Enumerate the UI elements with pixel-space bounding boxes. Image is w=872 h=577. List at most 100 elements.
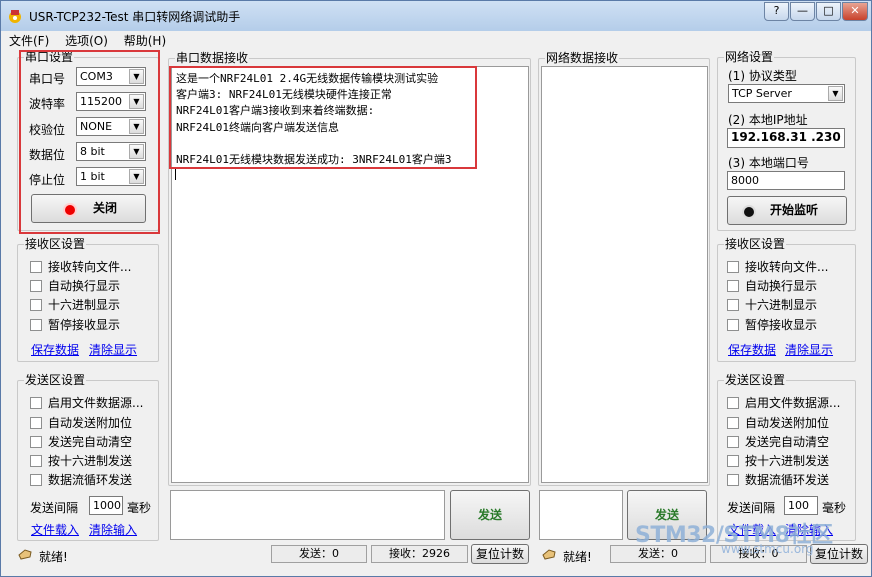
checkbox[interactable] bbox=[727, 280, 739, 292]
left-interval-unit: 毫秒 bbox=[127, 501, 152, 515]
menu-help[interactable]: 帮助(H) bbox=[124, 34, 166, 48]
option-label: 十六进制显示 bbox=[745, 298, 818, 312]
title-bar: USR-TCP232-Test 串口转网络调试助手 ? — □ ✕ bbox=[1, 1, 871, 31]
start-listen-label: 开始监听 bbox=[770, 203, 819, 217]
serial-send-input[interactable] bbox=[170, 490, 445, 540]
group-title: 网络数据接收 bbox=[545, 51, 620, 65]
checkbox[interactable] bbox=[727, 436, 739, 448]
group-title: 发送区设置 bbox=[24, 373, 87, 387]
ip-label: (2) 本地IP地址 bbox=[728, 113, 808, 127]
option-label: 数据流循环发送 bbox=[745, 473, 830, 487]
right-send-opt-4[interactable]: 按十六进制发送 bbox=[727, 454, 829, 468]
left-file-load-link[interactable]: 文件载入 bbox=[31, 521, 79, 538]
window-title: USR-TCP232-Test 串口转网络调试助手 bbox=[29, 10, 241, 24]
right-interval-input[interactable]: 100 bbox=[784, 496, 818, 515]
right-interval-label: 发送间隔 bbox=[727, 501, 776, 515]
checkbox[interactable] bbox=[727, 299, 739, 311]
chevron-down-icon: ▼ bbox=[828, 86, 843, 101]
right-ready-status: 就绪! bbox=[563, 550, 592, 564]
start-listen-button[interactable]: 开始监听 bbox=[727, 196, 847, 225]
hand-icon bbox=[18, 549, 32, 560]
minimize-button[interactable]: — bbox=[790, 2, 815, 21]
right-recv-opt-2[interactable]: 自动换行显示 bbox=[727, 279, 817, 293]
checkbox[interactable] bbox=[30, 397, 42, 409]
left-recv-opt-2[interactable]: 自动换行显示 bbox=[30, 279, 120, 293]
checkbox[interactable] bbox=[30, 455, 42, 467]
option-label: 暂停接收显示 bbox=[48, 318, 121, 332]
option-label: 自动发送附加位 bbox=[48, 416, 133, 430]
right-send-opt-2[interactable]: 自动发送附加位 bbox=[727, 416, 829, 430]
option-label: 数据流循环发送 bbox=[48, 473, 133, 487]
option-label: 接收转向文件... bbox=[48, 260, 132, 274]
checkbox[interactable] bbox=[30, 280, 42, 292]
left-ready-status: 就绪! bbox=[39, 550, 68, 564]
ip-input[interactable]: 192.168.31 .230 bbox=[727, 128, 845, 148]
group-title: 发送区设置 bbox=[724, 373, 787, 387]
left-clear-display-link[interactable]: 清除显示 bbox=[89, 341, 137, 358]
local-port-input[interactable]: 8000 bbox=[727, 171, 845, 190]
right-interval-unit: 毫秒 bbox=[822, 501, 847, 515]
option-label: 发送完自动清空 bbox=[745, 435, 830, 449]
app-window: USR-TCP232-Test 串口转网络调试助手 ? — □ ✕ 文件(F) … bbox=[0, 0, 872, 577]
option-label: 自动发送附加位 bbox=[745, 416, 830, 430]
left-send-opt-4[interactable]: 按十六进制发送 bbox=[30, 454, 132, 468]
proto-label: (1) 协议类型 bbox=[728, 69, 797, 83]
left-sent-count: 发送：0 bbox=[271, 545, 367, 563]
menu-options[interactable]: 选项(O) bbox=[65, 34, 108, 48]
checkbox[interactable] bbox=[30, 299, 42, 311]
left-recv-opt-1[interactable]: 接收转向文件... bbox=[30, 260, 131, 274]
right-recv-opt-1[interactable]: 接收转向文件... bbox=[727, 260, 828, 274]
status-dot-icon bbox=[742, 205, 756, 219]
option-label: 自动换行显示 bbox=[48, 279, 121, 293]
checkbox[interactable] bbox=[30, 261, 42, 273]
left-interval-label: 发送间隔 bbox=[30, 501, 79, 515]
menu-file[interactable]: 文件(F) bbox=[9, 34, 49, 48]
proto-select[interactable]: TCP Server ▼ bbox=[728, 84, 845, 103]
option-label: 按十六进制发送 bbox=[745, 454, 830, 468]
proto-value: TCP Server bbox=[732, 87, 792, 100]
checkbox[interactable] bbox=[30, 436, 42, 448]
right-recv-opt-3[interactable]: 十六进制显示 bbox=[727, 298, 817, 312]
left-save-data-link[interactable]: 保存数据 bbox=[31, 341, 79, 358]
checkbox[interactable] bbox=[727, 417, 739, 429]
right-recv-opt-4[interactable]: 暂停接收显示 bbox=[727, 318, 817, 332]
checkbox[interactable] bbox=[30, 417, 42, 429]
left-send-opt-2[interactable]: 自动发送附加位 bbox=[30, 416, 132, 430]
net-send-input[interactable] bbox=[539, 490, 623, 540]
group-title: 网络设置 bbox=[724, 50, 775, 64]
left-send-opt-3[interactable]: 发送完自动清空 bbox=[30, 435, 132, 449]
checkbox[interactable] bbox=[727, 397, 739, 409]
right-send-opt-5[interactable]: 数据流循环发送 bbox=[727, 473, 829, 487]
checkbox[interactable] bbox=[727, 474, 739, 486]
close-button[interactable]: ✕ bbox=[842, 2, 868, 21]
checkbox[interactable] bbox=[30, 474, 42, 486]
help-button[interactable]: ? bbox=[764, 2, 789, 21]
group-title: 串口数据接收 bbox=[175, 51, 250, 65]
checkbox[interactable] bbox=[30, 319, 42, 331]
maximize-button[interactable]: □ bbox=[816, 2, 841, 21]
net-recv-area[interactable] bbox=[541, 66, 708, 483]
left-reset-count-button[interactable]: 复位计数 bbox=[471, 544, 529, 564]
group-title: 接收区设置 bbox=[24, 237, 87, 251]
option-label: 自动换行显示 bbox=[745, 279, 818, 293]
checkbox[interactable] bbox=[727, 455, 739, 467]
group-title: 接收区设置 bbox=[724, 237, 787, 251]
left-recv-opt-3[interactable]: 十六进制显示 bbox=[30, 298, 120, 312]
option-label: 按十六进制发送 bbox=[48, 454, 133, 468]
option-label: 启用文件数据源... bbox=[745, 396, 841, 410]
left-send-opt-1[interactable]: 启用文件数据源... bbox=[30, 396, 143, 410]
app-icon bbox=[9, 10, 21, 23]
left-send-opt-5[interactable]: 数据流循环发送 bbox=[30, 473, 132, 487]
left-recv-opt-4[interactable]: 暂停接收显示 bbox=[30, 318, 120, 332]
right-send-opt-3[interactable]: 发送完自动清空 bbox=[727, 435, 829, 449]
highlight-recv-text bbox=[169, 66, 477, 169]
local-port-label: (3) 本地端口号 bbox=[728, 156, 809, 170]
left-interval-input[interactable]: 1000 bbox=[89, 496, 123, 515]
right-send-opt-1[interactable]: 启用文件数据源... bbox=[727, 396, 840, 410]
right-clear-display-link[interactable]: 清除显示 bbox=[785, 341, 833, 358]
checkbox[interactable] bbox=[727, 319, 739, 331]
checkbox[interactable] bbox=[727, 261, 739, 273]
left-clear-input-link[interactable]: 清除输入 bbox=[89, 521, 137, 538]
right-save-data-link[interactable]: 保存数据 bbox=[728, 341, 776, 358]
serial-send-button[interactable]: 发送 bbox=[450, 490, 530, 540]
